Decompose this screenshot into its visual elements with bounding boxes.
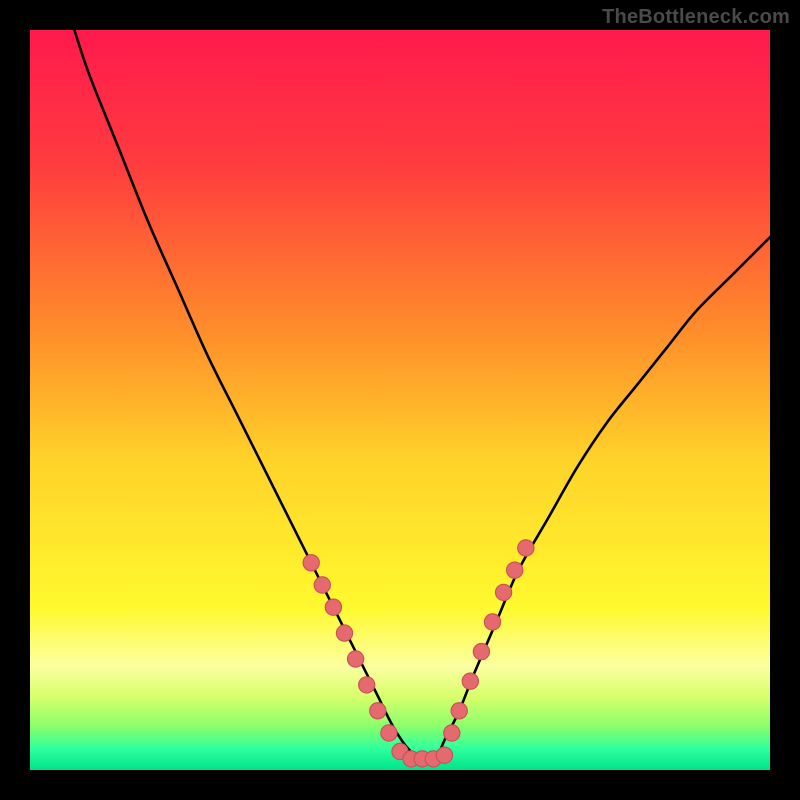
highlight-marker	[347, 651, 363, 667]
highlight-marker	[370, 703, 386, 719]
highlight-marker	[444, 725, 460, 741]
highlight-marker	[495, 584, 511, 600]
highlighted-points-group	[303, 540, 534, 767]
highlight-marker	[484, 614, 500, 630]
highlight-marker	[359, 677, 375, 693]
highlight-marker	[336, 625, 352, 641]
highlight-marker	[325, 599, 341, 615]
highlight-marker	[451, 703, 467, 719]
highlight-marker	[518, 540, 534, 556]
curve-layer	[30, 30, 770, 770]
highlight-marker	[507, 562, 523, 578]
chart-frame: TheBottleneck.com	[0, 0, 800, 800]
highlight-marker	[303, 555, 319, 571]
bottleneck-curve	[74, 30, 770, 759]
highlight-marker	[314, 577, 330, 593]
highlight-marker	[381, 725, 397, 741]
highlight-marker	[436, 747, 452, 763]
watermark-text: TheBottleneck.com	[602, 6, 790, 29]
highlight-marker	[473, 643, 489, 659]
highlight-marker	[462, 673, 478, 689]
